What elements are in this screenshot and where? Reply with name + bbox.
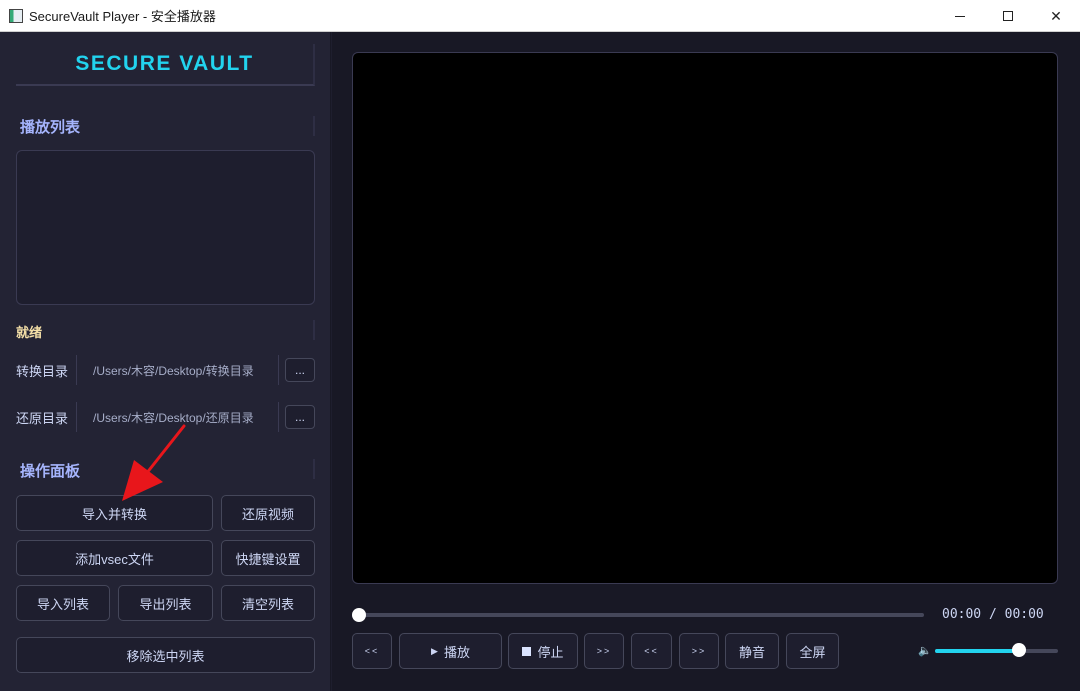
divider bbox=[76, 355, 77, 385]
next-button[interactable]: >> bbox=[584, 633, 624, 669]
close-icon: ✕ bbox=[1050, 7, 1062, 24]
forward-button[interactable]: >> bbox=[679, 633, 719, 669]
remove-selected-button[interactable]: 移除选中列表 bbox=[16, 637, 315, 673]
clear-list-button[interactable]: 清空列表 bbox=[221, 585, 315, 621]
hotkey-settings-button[interactable]: 快捷键设置 bbox=[221, 540, 315, 576]
title-bar: SecureVault Player - 安全播放器 ✕ bbox=[0, 0, 1080, 32]
import-convert-button[interactable]: 导入并转换 bbox=[16, 495, 213, 531]
volume-fill bbox=[935, 649, 1019, 653]
window-title: SecureVault Player - 安全播放器 bbox=[29, 9, 216, 24]
add-vsec-button[interactable]: 添加vsec文件 bbox=[16, 540, 213, 576]
forward-label: >> bbox=[691, 646, 707, 656]
convert-dir-path: /Users/木容/Desktop/转换目录 bbox=[93, 363, 254, 378]
prev-label: << bbox=[644, 646, 659, 656]
divider bbox=[313, 116, 315, 136]
convert-dir-browse-button[interactable]: ... bbox=[285, 358, 315, 382]
stop-label: 停止 bbox=[537, 644, 564, 660]
divider bbox=[313, 320, 315, 340]
convert-dir-row: 转换目录 /Users/木容/Desktop/转换目录 ... bbox=[16, 355, 315, 385]
volume-icon: 🔈 bbox=[918, 645, 932, 657]
restore-dir-row: 还原目录 /Users/木容/Desktop/还原目录 ... bbox=[16, 402, 315, 432]
time-display: 00:00 / 00:00 bbox=[942, 607, 1044, 622]
status-text: 就绪 bbox=[16, 325, 43, 340]
rewind-button[interactable]: << bbox=[352, 633, 392, 669]
video-display[interactable] bbox=[352, 52, 1058, 584]
brand-title: SECURE VAULT bbox=[16, 44, 315, 86]
divider bbox=[313, 459, 315, 479]
progress-track[interactable] bbox=[358, 613, 924, 617]
import-list-button[interactable]: 导入列表 bbox=[16, 585, 110, 621]
player-area: 00:00 / 00:00 << ▶ 播放 停止 >> << >> 静音 全屏 🔈 bbox=[332, 32, 1080, 691]
stop-icon bbox=[522, 646, 532, 656]
divider bbox=[278, 402, 279, 432]
minimize-button[interactable] bbox=[936, 0, 984, 32]
progress-handle[interactable] bbox=[352, 608, 366, 622]
fullscreen-button[interactable]: 全屏 bbox=[786, 633, 839, 669]
play-icon: ▶ bbox=[431, 645, 438, 656]
panel-title: 操作面板 bbox=[20, 463, 81, 480]
export-list-button[interactable]: 导出列表 bbox=[118, 585, 213, 621]
minimize-icon bbox=[955, 15, 965, 17]
maximize-icon bbox=[1003, 11, 1013, 21]
app-icon bbox=[9, 8, 23, 23]
restore-video-button[interactable]: 还原视频 bbox=[221, 495, 315, 531]
close-button[interactable]: ✕ bbox=[1032, 0, 1080, 32]
divider bbox=[76, 402, 77, 432]
next-label: >> bbox=[596, 646, 612, 656]
maximize-button[interactable] bbox=[984, 0, 1032, 32]
restore-dir-browse-button[interactable]: ... bbox=[285, 405, 315, 429]
stop-button[interactable]: 停止 bbox=[508, 633, 578, 669]
restore-dir-label: 还原目录 bbox=[16, 410, 69, 426]
playlist-title: 播放列表 bbox=[20, 119, 81, 136]
mute-button[interactable]: 静音 bbox=[725, 633, 779, 669]
rewind-label: << bbox=[364, 646, 380, 656]
convert-dir-label: 转换目录 bbox=[16, 363, 69, 379]
playlist[interactable] bbox=[16, 150, 315, 305]
play-label: 播放 bbox=[443, 644, 470, 660]
divider bbox=[278, 355, 279, 385]
window-controls: ✕ bbox=[936, 0, 1080, 32]
restore-dir-path: /Users/木容/Desktop/还原目录 bbox=[93, 410, 254, 425]
volume-handle[interactable] bbox=[1012, 643, 1026, 657]
sidebar: SECURE VAULT 播放列表 就绪 转换目录 /Users/木容/Desk… bbox=[0, 32, 331, 691]
prev-button[interactable]: << bbox=[631, 633, 672, 669]
play-button[interactable]: ▶ 播放 bbox=[399, 633, 502, 669]
